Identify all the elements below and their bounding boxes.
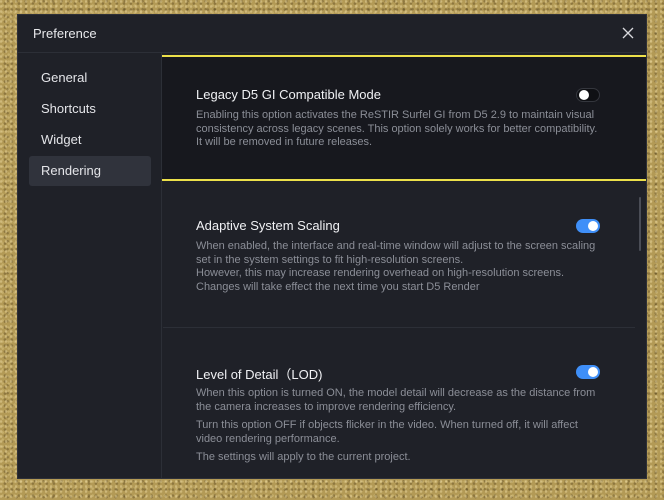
- description-text: Turn this option OFF if objects flicker …: [196, 419, 578, 445]
- description-text: However, this may increase rendering ove…: [196, 267, 565, 279]
- setting-description-adaptive-scaling: When enabled, the interface and real-tim…: [196, 240, 606, 294]
- setting-description-lod: When this option is turned ON, the model…: [196, 387, 606, 465]
- dialog-title: Preference: [33, 26, 97, 41]
- section-divider: [163, 327, 635, 328]
- setting-title-legacy-gi: Legacy D5 GI Compatible Mode: [196, 87, 381, 102]
- toggle-knob: [579, 90, 589, 100]
- sidebar-item-rendering[interactable]: Rendering: [29, 156, 151, 186]
- sidebar-item-widget[interactable]: Widget: [29, 125, 151, 155]
- sidebar: General Shortcuts Widget Rendering: [18, 53, 162, 478]
- description-text: When this option is turned ON, the model…: [196, 387, 596, 413]
- toggle-knob: [588, 367, 598, 377]
- setting-title-adaptive-scaling: Adaptive System Scaling: [196, 218, 340, 233]
- description-text: When enabled, the interface and real-tim…: [196, 240, 596, 266]
- toggle-knob: [588, 221, 598, 231]
- setting-title-lod: Level of Detail（LOD): [196, 367, 323, 382]
- scrollbar-thumb[interactable]: [639, 197, 641, 251]
- setting-description-legacy-gi: Enabling this option activates the ReSTI…: [196, 109, 606, 150]
- adaptive-scaling-toggle[interactable]: [576, 219, 600, 233]
- description-text: Changes will take effect the next time y…: [196, 280, 480, 293]
- title-bar: Preference: [18, 15, 646, 53]
- preference-dialog: Preference General Shortcuts Widget Rend…: [17, 14, 647, 479]
- close-icon: [622, 27, 634, 39]
- sidebar-item-general[interactable]: General: [29, 63, 151, 93]
- description-text: Enabling this option activates the ReSTI…: [196, 109, 598, 148]
- description-text: The settings will apply to the current p…: [196, 451, 411, 463]
- legacy-gi-toggle[interactable]: [576, 88, 600, 102]
- lod-toggle[interactable]: [576, 365, 600, 379]
- sidebar-item-shortcuts[interactable]: Shortcuts: [29, 94, 151, 124]
- close-button[interactable]: [618, 23, 638, 43]
- settings-panel: Legacy D5 GI Compatible Mode Enabling th…: [162, 53, 646, 478]
